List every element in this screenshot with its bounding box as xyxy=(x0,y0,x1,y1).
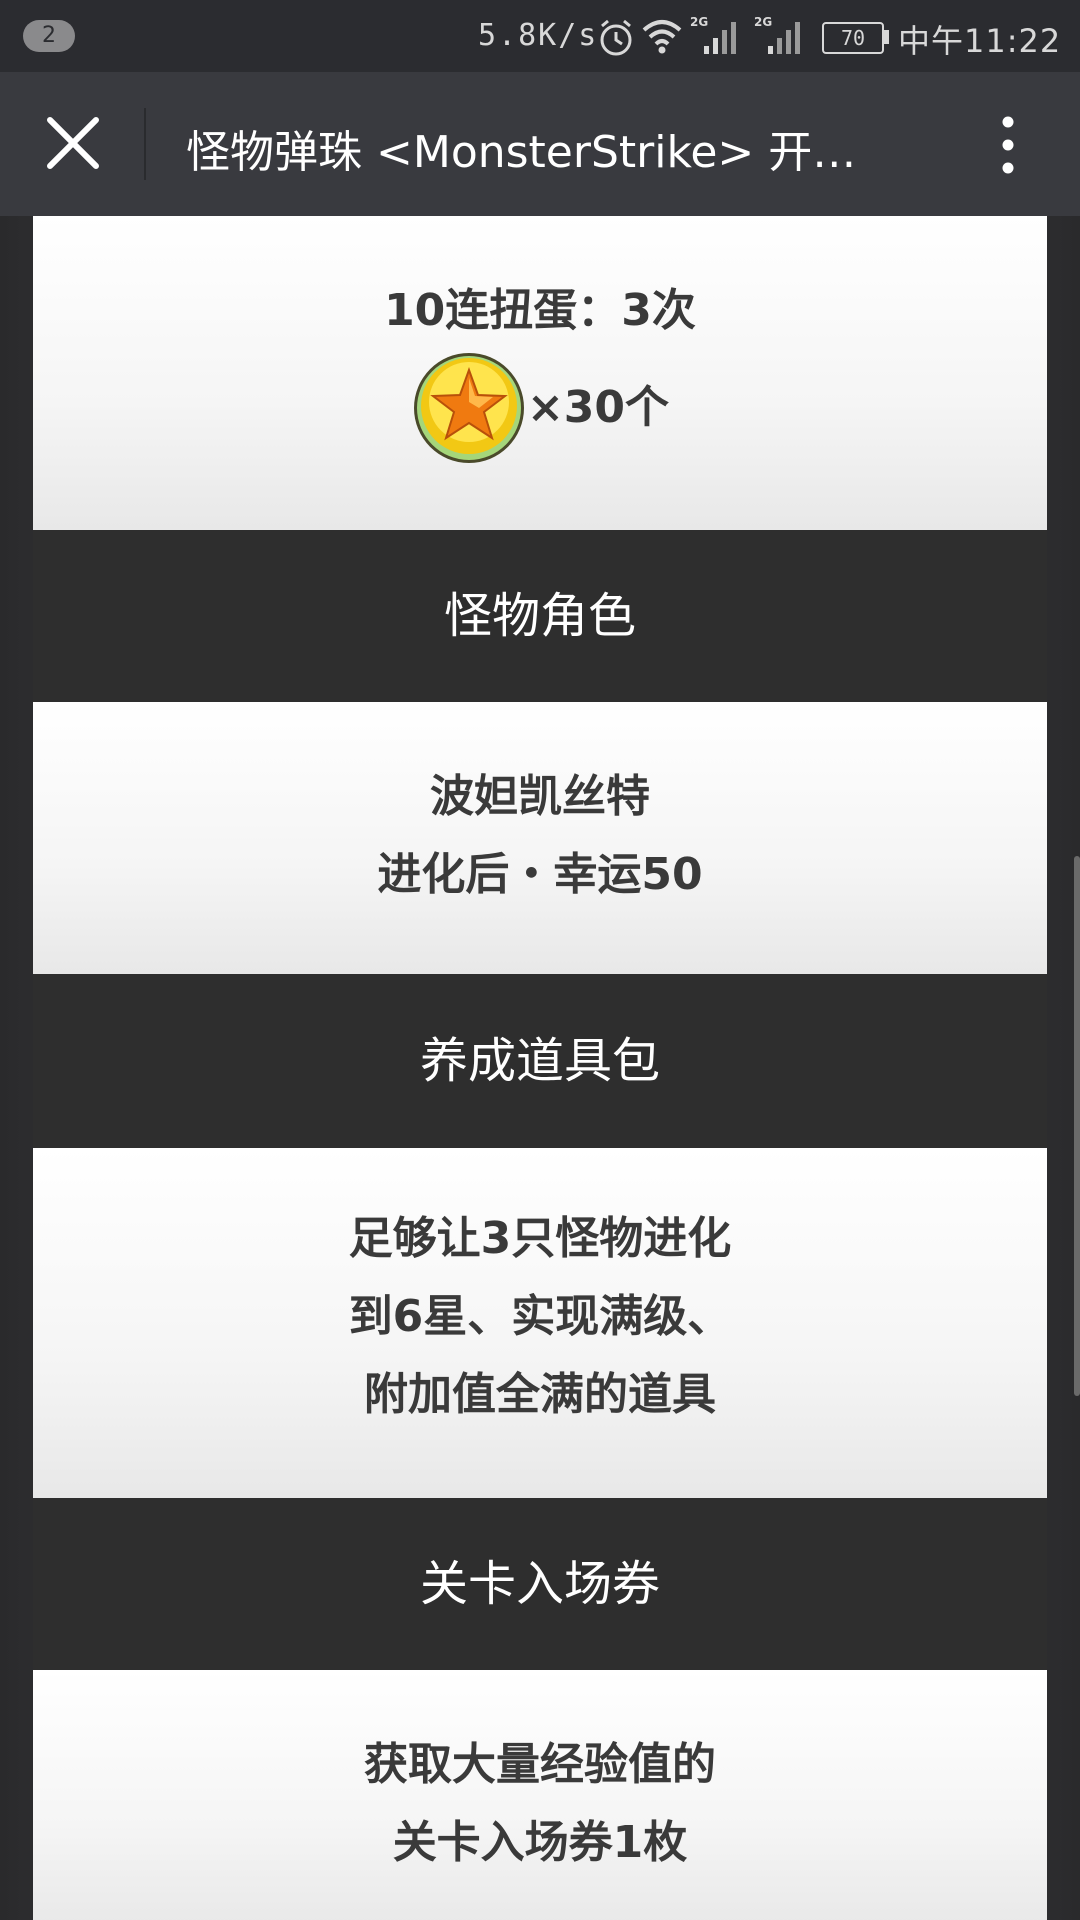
ticket-section-header: 关卡入场券 xyxy=(33,1498,1047,1670)
coin-row: ×30个 xyxy=(33,350,1047,466)
battery-indicator: 70 xyxy=(822,22,884,54)
title-bar: 怪物弹珠 <MonsterStrike> 开… xyxy=(0,72,1080,216)
items-section-header: 养成道具包 xyxy=(33,974,1047,1148)
page-content[interactable]: 10连扭蛋：3次 ×30个 怪物角色 波妲凯丝特 进化后・幸运50 养成道具包 … xyxy=(0,216,1080,1920)
coin-count: ×30个 xyxy=(526,382,670,433)
ticket-line-1: 获取大量经验值的 xyxy=(364,1739,716,1790)
network-type-label: 2G xyxy=(690,15,708,29)
page-title: 怪物弹珠 <MonsterStrike> 开… xyxy=(186,127,857,178)
monster-section-title: 怪物角色 xyxy=(443,588,636,644)
star-coin-icon xyxy=(413,353,524,463)
items-line-2: 到6星、实现满级、 xyxy=(348,1291,732,1342)
alarm-icon xyxy=(600,19,632,56)
ticket-panel: 获取大量经验值的 关卡入场券1枚 xyxy=(33,1670,1047,1920)
gacha-line: 10连扭蛋：3次 xyxy=(384,285,696,336)
notification-badge: 2 xyxy=(23,20,75,52)
items-line-1: 足够让3只怪物进化 xyxy=(348,1213,732,1264)
monster-section-header: 怪物角色 xyxy=(33,530,1047,702)
status-time: 中午11:22 xyxy=(898,22,1062,60)
battery-tip xyxy=(884,30,889,44)
signal-2g-icon: 2G xyxy=(754,15,800,54)
scrollbar[interactable] xyxy=(1074,856,1080,1396)
gacha-panel: 10连扭蛋：3次 ×30个 xyxy=(33,216,1047,530)
monster-detail: 进化后・幸运50 xyxy=(377,849,703,900)
reward-column: 10连扭蛋：3次 ×30个 怪物角色 波妲凯丝特 进化后・幸运50 养成道具包 … xyxy=(33,216,1047,1920)
close-icon[interactable] xyxy=(40,110,106,176)
title-divider xyxy=(144,108,146,180)
ticket-line-2: 关卡入场券1枚 xyxy=(392,1817,688,1868)
wifi-icon xyxy=(642,20,682,54)
signal-2g-icon: 2G xyxy=(690,15,736,54)
status-bar: 2 5.8K/s 2G 2G 70 中午11:22 xyxy=(0,0,1080,72)
monster-panel: 波妲凯丝特 进化后・幸运50 xyxy=(33,702,1047,974)
items-line-3: 附加值全满的道具 xyxy=(364,1369,716,1420)
items-panel: 足够让3只怪物进化 到6星、实现满级、 附加值全满的道具 xyxy=(33,1148,1047,1498)
more-vertical-icon[interactable] xyxy=(986,112,1030,178)
items-section-title: 养成道具包 xyxy=(419,1033,660,1089)
network-type-label: 2G xyxy=(754,15,772,29)
network-speed: 5.8K/s xyxy=(478,18,599,53)
ticket-section-title: 关卡入场券 xyxy=(419,1556,660,1612)
monster-name: 波妲凯丝特 xyxy=(430,771,650,822)
